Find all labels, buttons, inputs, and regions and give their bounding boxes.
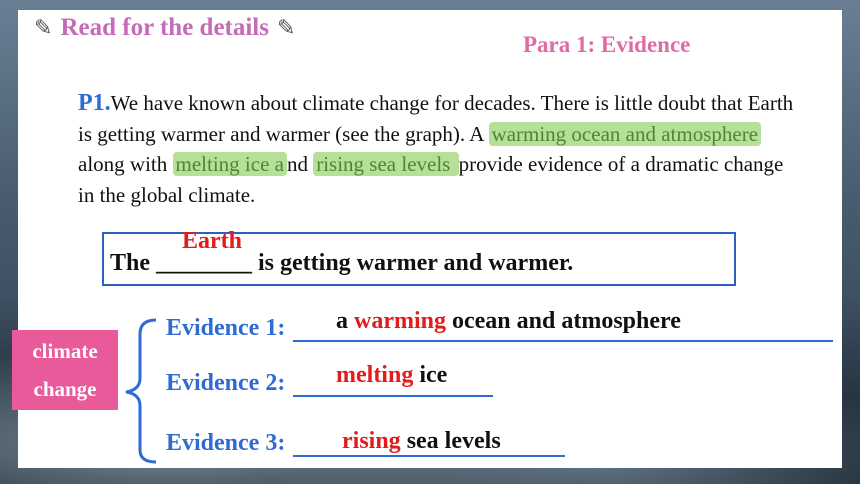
highlight-warming: warming ocean and atmosphere	[488, 121, 762, 146]
answer-keyword: melting	[336, 362, 414, 388]
paragraph-label: P1.	[78, 90, 111, 116]
highlight-melting: melting ice a	[172, 152, 287, 176]
evidence-3-answer: rising sea levels	[342, 428, 501, 455]
pencil-icon: ✎	[34, 15, 53, 41]
summary-prefix: The	[110, 250, 157, 276]
paragraph-text: along with	[78, 152, 173, 176]
pencil-icon: ✎	[276, 15, 296, 41]
summary-box: The ________ is getting warmer and warme…	[102, 228, 736, 286]
topic-line-1: climate	[32, 339, 98, 363]
slide-card: ✎ Read for the details ✎ Para 1: Evidenc…	[12, 10, 842, 468]
summary-sentence: The ________ is getting warmer and warme…	[110, 250, 573, 277]
slide-heading: ✎ Read for the details ✎	[34, 14, 295, 42]
summary-suffix: is getting warmer and warmer.	[252, 250, 574, 276]
evidence-label: Evidence 3:	[166, 430, 286, 456]
paragraph-text: nd	[286, 152, 314, 176]
highlight-rising: rising sea levels	[313, 152, 459, 176]
section-tag: Para 1: Evidence	[523, 32, 691, 57]
heading-title: Read for the details	[60, 14, 269, 41]
topic-line-2: change	[33, 377, 97, 401]
answer-text: ice	[413, 362, 448, 388]
answer-text: ocean and atmosphere	[446, 308, 681, 334]
evidence-label: Evidence 1:	[166, 315, 286, 341]
answer-text: sea levels	[400, 428, 501, 454]
evidence-1-answer: a warming ocean and atmosphere	[336, 308, 681, 335]
evidence-label: Evidence 2:	[166, 370, 286, 396]
answer-text: a	[336, 308, 354, 334]
answer-keyword: rising	[342, 428, 401, 454]
summary-answer: Earth	[182, 228, 242, 254]
evidence-2-answer: melting ice	[336, 362, 447, 389]
curly-brace-icon	[125, 318, 157, 464]
reading-paragraph: P1.We have known about climate change fo…	[78, 88, 798, 210]
answer-keyword: warming	[354, 308, 446, 334]
topic-box: climate change	[12, 330, 118, 410]
